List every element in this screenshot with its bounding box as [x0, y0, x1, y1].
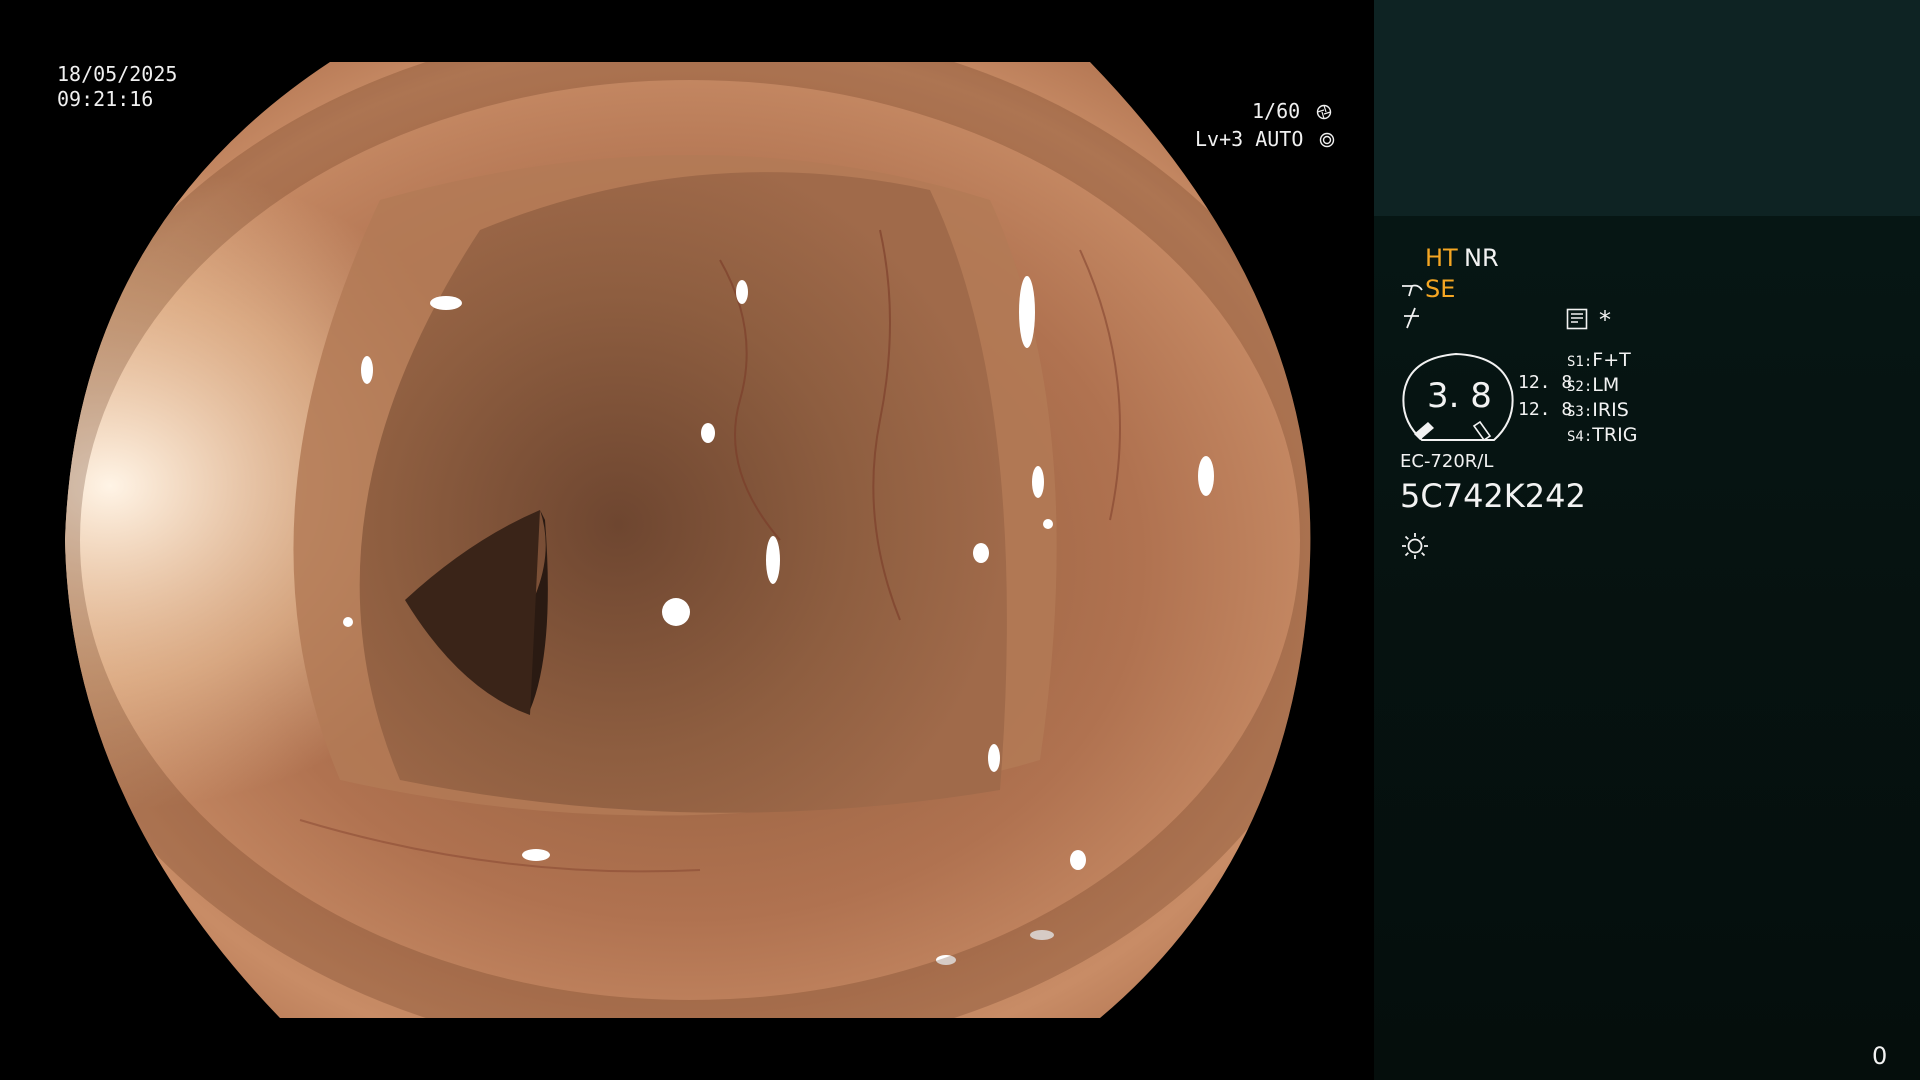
- switch-s4-value: TRIG: [1592, 424, 1638, 446]
- info-panel-header: [1374, 0, 1920, 216]
- asterisk-indicator: *: [1599, 306, 1611, 334]
- switch-s1-key: S1:: [1567, 354, 1593, 370]
- value-1: 12. 8: [1518, 372, 1573, 393]
- switch-s3: S3:IRIS: [1567, 399, 1629, 421]
- exposure-level-text: Lv+3 AUTO: [1195, 127, 1304, 151]
- nr-indicator: NR: [1464, 244, 1499, 272]
- switch-s1: S1:F+T: [1567, 349, 1631, 371]
- scope-model: EC-720R/L: [1400, 451, 1494, 472]
- endoscopic-image: [65, 62, 1311, 1018]
- endoscope-video-area: 18/05/2025 09:21:16 1/60 Lv+3 AUTO: [0, 0, 1374, 1080]
- brightness-icon: [1402, 533, 1428, 559]
- auto-iris-icon: [1320, 132, 1335, 148]
- switch-s4-key: S4:: [1567, 429, 1593, 445]
- hook-icon: [1402, 284, 1423, 297]
- ht-indicator: HT: [1425, 244, 1458, 272]
- frame-counter: 0: [1872, 1042, 1888, 1070]
- switch-s2-value: LM: [1592, 374, 1620, 396]
- gauge-value: 3. 8: [1427, 376, 1492, 416]
- value-2: 12. 8: [1518, 399, 1573, 420]
- se-indicator: SE: [1425, 275, 1456, 303]
- memo-icon: [1566, 308, 1588, 330]
- exposure-level-display: Lv+3 AUTO: [1195, 127, 1335, 151]
- scope-serial: 5C742K242: [1400, 477, 1586, 515]
- switch-s2-key: S2:: [1567, 379, 1593, 395]
- time-text: 09:21:16: [57, 87, 154, 111]
- date-time-display: 18/05/2025 09:21:16: [57, 62, 177, 112]
- switch-s1-value: F+T: [1592, 349, 1631, 371]
- switch-s4: S4:TRIG: [1567, 424, 1637, 446]
- date-text: 18/05/2025: [57, 62, 178, 86]
- shutter-speed-text: 1/60: [1252, 99, 1301, 123]
- info-panel: [1374, 216, 1920, 1080]
- structure-enhance-icon: [1404, 307, 1419, 329]
- switch-s2: S2:LM: [1567, 374, 1619, 396]
- shutter-icon: [1317, 104, 1332, 120]
- switch-s3-key: S3:: [1567, 404, 1593, 420]
- switch-s3-value: IRIS: [1592, 399, 1629, 421]
- shutter-display: 1/60: [1252, 99, 1332, 123]
